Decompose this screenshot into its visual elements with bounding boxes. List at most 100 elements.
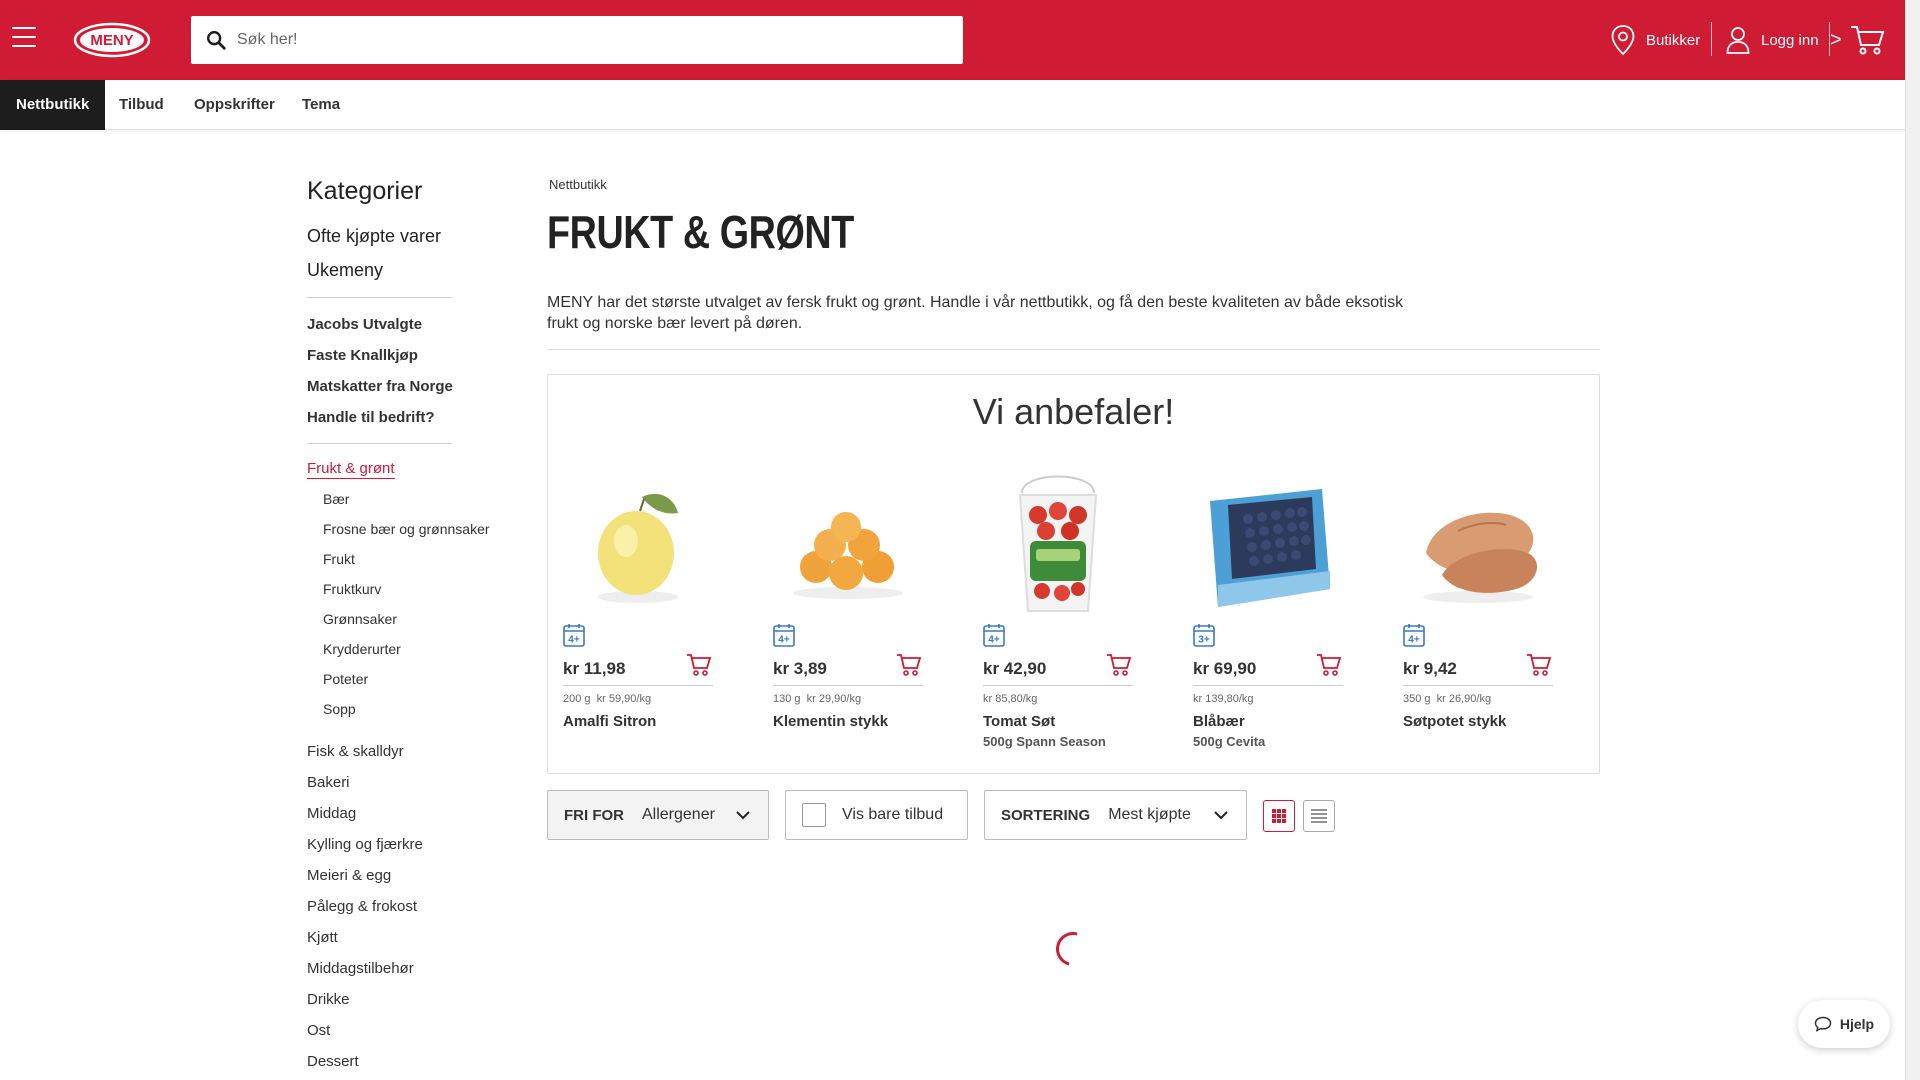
add-to-cart-icon[interactable] (686, 652, 712, 678)
product-image-blueberries[interactable] (1188, 475, 1348, 615)
sort-label: SORTERING (1001, 806, 1091, 824)
product-name[interactable]: Amalfi Sitron (563, 713, 656, 730)
svg-text:MENY: MENY (90, 32, 133, 49)
product-card[interactable]: 4+ kr 3,89 130 g kr 29,90/kg Klementin s… (758, 475, 938, 765)
grid-view-button[interactable] (1263, 800, 1295, 832)
product-unit-price: 350 g kr 26,90/kg (1403, 693, 1492, 705)
sidebar-item-ukemeny[interactable]: Ukemeny (307, 260, 383, 281)
category-bakeri[interactable]: Bakeri (307, 774, 350, 791)
price-divider (983, 685, 1133, 686)
help-button[interactable]: Hjelp (1798, 1000, 1890, 1048)
loading-spinner (1049, 925, 1097, 973)
product-card[interactable]: 4+ kr 42,90 kr 85,80/kg Tomat Søt 500g S… (968, 475, 1148, 765)
subcategory-sopp[interactable]: Sopp (323, 701, 356, 717)
menu-icon[interactable] (12, 27, 36, 47)
tab-tema[interactable]: Tema (286, 80, 356, 130)
add-to-cart-icon[interactable] (1526, 652, 1552, 678)
chat-bubble-icon (1814, 1016, 1832, 1032)
svg-text:4+: 4+ (778, 635, 790, 646)
product-card[interactable]: 3+ kr 69,90 kr 139,80/kg Blåbær 500g Cev… (1178, 475, 1358, 765)
tab-tilbud[interactable]: Tilbud (103, 80, 180, 130)
search-input[interactable] (237, 16, 937, 64)
chevron-down-icon (736, 811, 750, 820)
offers-checkbox[interactable] (802, 803, 826, 827)
sidebar-item-frukt-gront[interactable]: Frukt & grønt (307, 460, 395, 479)
subcategory-frosne[interactable]: Frosne bær og grønnsaker (323, 521, 490, 537)
offers-only-toggle[interactable]: Vis bare tilbud (785, 790, 968, 840)
tab-nettbutikk[interactable]: Nettbutikk (0, 80, 106, 130)
product-image-clementine[interactable] (768, 475, 928, 615)
category-fisk[interactable]: Fisk & skalldyr (307, 743, 404, 760)
recommendations-panel: Vi anbefaler! 4+ kr 11,98 200 g kr 59,90… (547, 374, 1600, 774)
product-image-sweet-potato[interactable] (1398, 475, 1558, 615)
sidebar-item-matskatter[interactable]: Matskatter fra Norge (307, 378, 453, 395)
search-bar[interactable] (191, 16, 963, 64)
product-image-tomato[interactable] (978, 475, 1138, 615)
cart-arrow-icon: > (1830, 28, 1842, 51)
subcategory-gronnsaker[interactable]: Grønnsaker (323, 611, 397, 627)
subcategory-fruktkurv[interactable]: Fruktkurv (323, 581, 381, 597)
breadcrumb[interactable]: Nettbutikk (549, 177, 607, 192)
sidebar-divider (307, 443, 452, 444)
product-unit-price: 130 g kr 29,90/kg (773, 693, 862, 705)
allergen-filter-dropdown[interactable]: FRI FOR Allergener (547, 790, 769, 840)
page-title: FRUKT & GRØNT (547, 206, 854, 258)
product-name[interactable]: Tomat Søt (983, 713, 1055, 730)
subcategory-frukt[interactable]: Frukt (323, 551, 355, 567)
svg-text:4+: 4+ (988, 635, 1000, 646)
category-meieri[interactable]: Meieri & egg (307, 867, 391, 884)
product-image-lemon[interactable] (558, 475, 718, 615)
stores-label: Butikker (1646, 31, 1701, 49)
stores-link[interactable]: Butikker (1610, 0, 1700, 80)
subcategory-baer[interactable]: Bær (323, 491, 349, 507)
add-to-cart-icon[interactable] (1316, 652, 1342, 678)
login-label: Logg inn (1761, 31, 1819, 49)
list-icon (1311, 809, 1327, 823)
category-ost[interactable]: Ost (307, 1022, 330, 1039)
category-kylling[interactable]: Kylling og fjærkre (307, 836, 423, 853)
category-middagstilbehor[interactable]: Middagstilbehør (307, 960, 414, 977)
product-card[interactable]: 4+ kr 11,98 200 g kr 59,90/kg Amalfi Sit… (548, 475, 728, 765)
product-price: kr 11,98 (563, 659, 626, 678)
category-drikke[interactable]: Drikke (307, 991, 350, 1008)
category-palegg[interactable]: Pålegg & frokost (307, 898, 417, 915)
category-dessert[interactable]: Dessert (307, 1053, 359, 1070)
product-name[interactable]: Klementin stykk (773, 713, 888, 730)
product-subtitle: 500g Cevita (1193, 734, 1266, 749)
offers-label: Vis bare tilbud (842, 806, 944, 823)
add-to-cart-icon[interactable] (1106, 652, 1132, 678)
calendar-icon: 4+ (1403, 624, 1425, 647)
login-link[interactable]: Logg inn (1725, 0, 1819, 80)
sidebar-item-ofte-kjopte[interactable]: Ofte kjøpte varer (307, 226, 441, 247)
content-divider (547, 349, 1600, 350)
cart-button[interactable]: > (1830, 0, 1886, 80)
product-subtitle: 500g Spann Season (983, 734, 1106, 749)
category-kjott[interactable]: Kjøtt (307, 929, 338, 946)
frifor-label: FRI FOR (564, 806, 624, 824)
calendar-icon: 4+ (563, 624, 585, 647)
tab-oppskrifter[interactable]: Oppskrifter (178, 80, 291, 130)
add-to-cart-icon[interactable] (896, 652, 922, 678)
scrollbar[interactable] (1905, 0, 1920, 1080)
sidebar-item-jacobs[interactable]: Jacobs Utvalgte (307, 316, 422, 333)
product-price: kr 9,42 (1403, 659, 1457, 678)
subcategory-poteter[interactable]: Poteter (323, 671, 368, 687)
product-name[interactable]: Blåbær (1193, 713, 1245, 730)
intro-text: MENY har det største utvalget av fersk f… (547, 294, 1404, 332)
main-nav: Nettbutikk Tilbud Oppskrifter Tema (0, 80, 1905, 130)
product-name[interactable]: Søtpotet stykk (1403, 713, 1506, 730)
search-icon[interactable] (205, 29, 227, 51)
sidebar-item-knallkjop[interactable]: Faste Knallkjøp (307, 347, 418, 364)
svg-text:3+: 3+ (1198, 635, 1210, 646)
sort-dropdown[interactable]: SORTERING Mest kjøpte (984, 790, 1247, 840)
calendar-icon: 3+ (1193, 624, 1215, 647)
chevron-down-icon (1214, 811, 1228, 820)
list-view-button[interactable] (1303, 800, 1335, 832)
subcategory-krydderurter[interactable]: Krydderurter (323, 641, 401, 657)
category-middag[interactable]: Middag (307, 805, 356, 822)
product-card[interactable]: 4+ kr 9,42 350 g kr 26,90/kg Søtpotet st… (1388, 475, 1568, 765)
sidebar-item-bedrift[interactable]: Handle til bedrift? (307, 409, 435, 426)
meny-logo[interactable]: MENY (72, 20, 152, 60)
sort-value: Mest kjøpte (1108, 806, 1191, 823)
price-divider (563, 685, 713, 686)
